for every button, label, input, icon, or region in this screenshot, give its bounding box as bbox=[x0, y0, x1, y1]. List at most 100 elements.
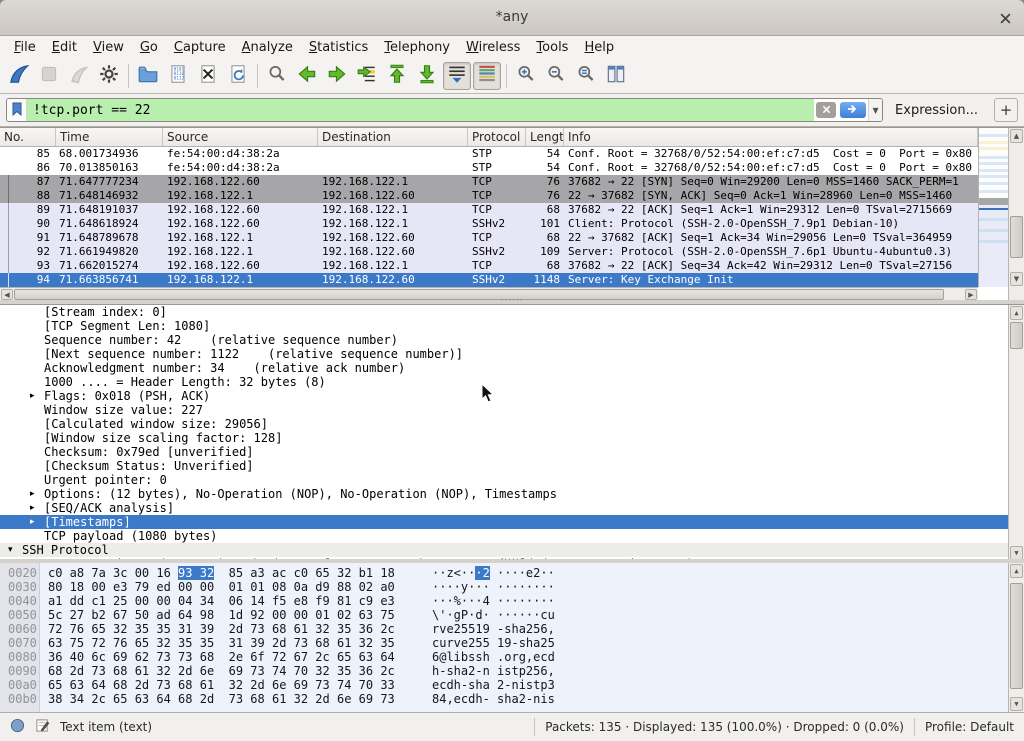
packet-row[interactable]: 8670.013850163fe:54:00:d4:38:2aSTP54Conf… bbox=[0, 161, 978, 175]
go-to-packet-button[interactable] bbox=[353, 62, 381, 90]
scroll-up-icon[interactable]: ▲ bbox=[1010, 306, 1023, 320]
packet-row[interactable]: 9071.648618924192.168.122.60192.168.122.… bbox=[0, 217, 978, 231]
packet-row[interactable]: 9471.663856741192.168.122.1192.168.122.6… bbox=[0, 273, 978, 287]
expander-icon[interactable]: ▸ bbox=[30, 501, 35, 515]
reload-file-button[interactable] bbox=[224, 62, 252, 90]
go-forward-button[interactable] bbox=[323, 62, 351, 90]
column-header-source[interactable]: Source bbox=[163, 128, 318, 146]
profile-label[interactable]: Profile: Default bbox=[925, 720, 1024, 734]
menu-edit[interactable]: Edit bbox=[44, 38, 85, 57]
hex-row[interactable]: 00b038 34 2c 65 63 64 68 2d 73 68 61 32 … bbox=[0, 692, 978, 706]
expander-icon[interactable]: ▸ bbox=[30, 487, 35, 501]
menu-tools[interactable]: Tools bbox=[528, 38, 576, 57]
scroll-thumb[interactable] bbox=[1010, 322, 1023, 349]
filter-history-dropdown[interactable]: ▼ bbox=[868, 99, 882, 121]
hex-row[interactable]: 00505c 27 b2 67 50 ad 64 98 1d 92 00 00 … bbox=[0, 608, 978, 622]
zoom-out-button[interactable] bbox=[542, 62, 570, 90]
detail-line[interactable]: Checksum: 0x79ed [unverified] bbox=[0, 445, 1024, 459]
detail-line[interactable]: ▸Options: (12 bytes), No-Operation (NOP)… bbox=[0, 487, 1024, 501]
detail-line[interactable]: [Window size scaling factor: 128] bbox=[0, 431, 1024, 445]
detail-line[interactable]: Urgent pointer: 0 bbox=[0, 473, 1024, 487]
packet-row[interactable]: 8568.001734936fe:54:00:d4:38:2aSTP54Conf… bbox=[0, 147, 978, 161]
column-header-time[interactable]: Time bbox=[56, 128, 163, 146]
hex-vscrollbar[interactable]: ▲ ▼ bbox=[1008, 563, 1024, 712]
hex-row[interactable]: 00a065 63 64 68 2d 73 68 61 32 2d 6e 69 … bbox=[0, 678, 978, 692]
detail-line[interactable]: [Calculated window size: 29056] bbox=[0, 417, 1024, 431]
filter-apply-button[interactable] bbox=[840, 102, 866, 118]
hex-row[interactable]: 009068 2d 73 68 61 32 2d 6e 69 73 74 70 … bbox=[0, 664, 978, 678]
capture-comment-icon[interactable] bbox=[35, 718, 50, 736]
scroll-thumb[interactable] bbox=[1010, 216, 1023, 258]
title-bar[interactable]: *any bbox=[0, 0, 1024, 36]
expander-icon[interactable]: ▸ bbox=[30, 389, 35, 403]
detail-line[interactable]: [Next sequence number: 1122 (relative se… bbox=[0, 347, 1024, 361]
display-filter-input[interactable] bbox=[27, 99, 814, 121]
menu-help[interactable]: Help bbox=[576, 38, 622, 57]
open-file-button[interactable] bbox=[134, 62, 162, 90]
close-button[interactable] bbox=[994, 7, 1016, 29]
scroll-thumb[interactable] bbox=[1010, 583, 1023, 689]
start-capture-button[interactable] bbox=[5, 62, 33, 90]
hex-row[interactable]: 0020c0 a8 7a 3c 00 16 93 32 85 a3 ac c0 … bbox=[0, 566, 978, 580]
detail-line[interactable]: [TCP Segment Len: 1080] bbox=[0, 319, 1024, 333]
detail-line[interactable]: ▸Flags: 0x018 (PSH, ACK) bbox=[0, 389, 1024, 403]
close-file-button[interactable] bbox=[194, 62, 222, 90]
save-file-button[interactable]: 010101100112 bbox=[164, 62, 192, 90]
filter-clear-button[interactable] bbox=[816, 102, 836, 118]
menu-go[interactable]: Go bbox=[132, 38, 166, 57]
packet-row[interactable]: 8771.647777234192.168.122.60192.168.122.… bbox=[0, 175, 978, 189]
capture-options-button[interactable] bbox=[95, 62, 123, 90]
filter-bookmark-button[interactable] bbox=[7, 99, 27, 121]
zoom-in-button[interactable] bbox=[512, 62, 540, 90]
detail-line[interactable]: TCP payload (1080 bytes) bbox=[0, 529, 1024, 543]
colorize-button[interactable] bbox=[473, 62, 501, 90]
expander-icon[interactable]: ▸ bbox=[30, 515, 35, 529]
packet-list-hscrollbar[interactable]: ◀ ▶ bbox=[0, 287, 978, 301]
column-header-info[interactable]: Info bbox=[564, 128, 978, 146]
menu-analyze[interactable]: Analyze bbox=[234, 38, 301, 57]
scroll-right-icon[interactable]: ▶ bbox=[965, 289, 977, 300]
detail-line[interactable]: ▸[SEQ/ACK analysis] bbox=[0, 501, 1024, 515]
detail-line[interactable]: Acknowledgment number: 34 (relative ack … bbox=[0, 361, 1024, 375]
detail-line[interactable]: 1000 .... = Header Length: 32 bytes (8) bbox=[0, 375, 1024, 389]
go-back-button[interactable] bbox=[293, 62, 321, 90]
column-header-length[interactable]: Length bbox=[526, 128, 564, 146]
scroll-left-icon[interactable]: ◀ bbox=[1, 289, 13, 300]
menu-telephony[interactable]: Telephony bbox=[376, 38, 458, 57]
add-filter-button[interactable]: + bbox=[994, 98, 1018, 122]
column-header-protocol[interactable]: Protocol bbox=[468, 128, 526, 146]
auto-scroll-button[interactable] bbox=[443, 62, 471, 90]
packet-row[interactable]: 8971.648191037192.168.122.60192.168.122.… bbox=[0, 203, 978, 217]
expander-icon[interactable]: ▾ bbox=[8, 543, 13, 557]
menu-view[interactable]: View bbox=[85, 38, 132, 57]
scroll-up-icon[interactable]: ▲ bbox=[1010, 129, 1023, 143]
detail-line[interactable]: ▸[Timestamps] bbox=[0, 515, 1024, 529]
packet-row[interactable]: 9271.661949820192.168.122.1192.168.122.6… bbox=[0, 245, 978, 259]
menu-statistics[interactable]: Statistics bbox=[301, 38, 376, 57]
hex-row[interactable]: 007063 75 72 76 65 32 35 35 31 39 2d 73 … bbox=[0, 636, 978, 650]
packet-row[interactable]: 8871.648146932192.168.122.1192.168.122.6… bbox=[0, 189, 978, 203]
packet-row[interactable]: 9171.648789678192.168.122.1192.168.122.6… bbox=[0, 231, 978, 245]
go-last-button[interactable] bbox=[413, 62, 441, 90]
menu-file[interactable]: File bbox=[6, 38, 44, 57]
details-vscrollbar[interactable]: ▲ ▼ bbox=[1008, 305, 1024, 561]
go-first-button[interactable] bbox=[383, 62, 411, 90]
menu-capture[interactable]: Capture bbox=[166, 38, 234, 57]
column-header-no[interactable]: No. bbox=[0, 128, 56, 146]
detail-line[interactable]: [Stream index: 0] bbox=[0, 305, 1024, 319]
detail-line[interactable]: Sequence number: 42 (relative sequence n… bbox=[0, 333, 1024, 347]
intelligent-scrollbar[interactable] bbox=[978, 128, 1008, 287]
expression-button[interactable]: Expression... bbox=[883, 103, 990, 118]
detail-line[interactable]: Window size value: 227 bbox=[0, 403, 1024, 417]
hex-row[interactable]: 0040a1 dd c1 25 00 00 04 34 06 14 f5 e8 … bbox=[0, 594, 978, 608]
find-packet-button[interactable] bbox=[263, 62, 291, 90]
hex-row[interactable]: 006072 76 65 32 35 35 31 39 2d 73 68 61 … bbox=[0, 622, 978, 636]
menu-wireless[interactable]: Wireless bbox=[458, 38, 528, 57]
packet-list-vscrollbar[interactable]: ▲ ▼ bbox=[1008, 128, 1024, 301]
expert-info-icon[interactable] bbox=[10, 718, 25, 736]
zoom-reset-button[interactable] bbox=[572, 62, 600, 90]
scroll-up-icon[interactable]: ▲ bbox=[1010, 564, 1023, 578]
detail-line[interactable]: [Checksum Status: Unverified] bbox=[0, 459, 1024, 473]
hex-row[interactable]: 008036 40 6c 69 62 73 73 68 2e 6f 72 67 … bbox=[0, 650, 978, 664]
scroll-down-icon[interactable]: ▼ bbox=[1010, 697, 1023, 711]
